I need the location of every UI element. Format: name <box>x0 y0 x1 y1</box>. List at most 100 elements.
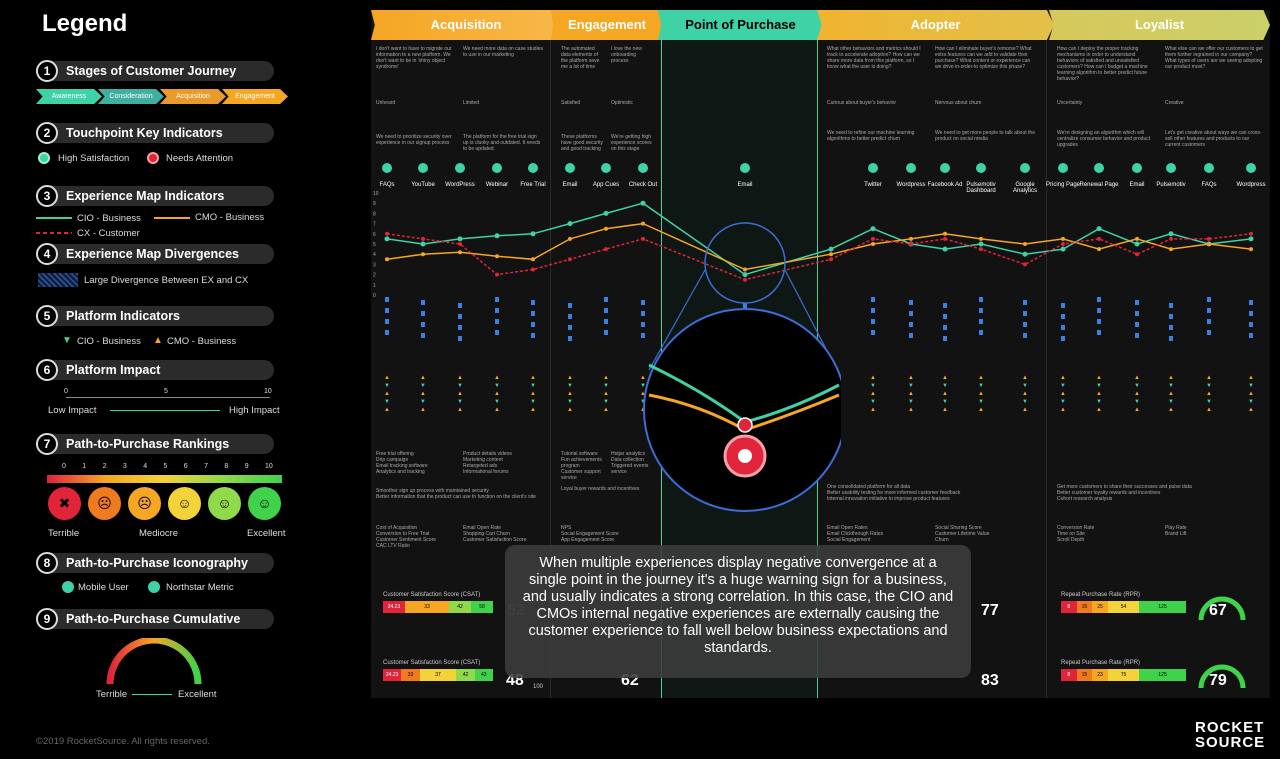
cio-triangle-icon: ▼ <box>1022 383 1028 389</box>
platform-square-icon <box>531 311 535 316</box>
eng-comment-2: We're getting high experience scores on … <box>611 134 652 152</box>
platform-square-icon <box>568 325 572 330</box>
platform-square-icon <box>979 330 983 335</box>
platform-square-icon <box>458 336 462 341</box>
stage-point-of-purchase: Point of Purchase <box>658 10 823 40</box>
eng-sentiment-2: Optimistic <box>611 100 633 106</box>
cio-triangle-icon: ▼ <box>1022 399 1028 405</box>
touchpoint-indicator-icon <box>418 163 428 173</box>
platform-square-icon <box>1249 311 1253 316</box>
chevron-acquisition: Acquisition <box>160 89 226 104</box>
cio-triangle-icon: ▼ <box>1248 383 1254 389</box>
face-good-icon: ☺ <box>208 487 241 520</box>
ranking-tick: 6 <box>183 463 188 470</box>
cmo-triangle-icon: ▲ <box>420 407 426 413</box>
acq-initiative-2: Better information that the product can … <box>376 494 536 500</box>
y-tick-label: 0 <box>373 293 376 299</box>
platform-square-icon <box>1023 322 1027 327</box>
adp-sentiment-2: Nervous about churn <box>935 100 982 106</box>
needs-attention-label: Needs Attention <box>166 153 234 164</box>
cio-triangle-icon: ▼ <box>530 399 536 405</box>
cmo-triangle-icon: ▲ <box>494 391 500 397</box>
bar-seg: 8 <box>1061 669 1077 681</box>
series-point <box>604 247 608 252</box>
series-point <box>1096 226 1102 232</box>
platform-square-icon <box>1169 336 1173 341</box>
bar-seg: 33 <box>405 601 449 613</box>
cmo-triangle-icon: ▲ <box>1022 375 1028 381</box>
acq-question-2: We need more data on case studies to use… <box>463 46 543 58</box>
cmo-triangle-icon: ▲ <box>494 407 500 413</box>
cio-triangle-icon: ▼ <box>1206 383 1212 389</box>
csat-label-2: Customer Satisfaction Score (CSAT) <box>383 660 481 666</box>
cmo-triangle-icon: ▲ <box>567 375 573 381</box>
explanation-tooltip: When multiple experiences display negati… <box>505 545 971 678</box>
platform-square-icon <box>1061 314 1065 319</box>
bar-seg: 25 <box>1092 601 1108 613</box>
magnifier-overlay <box>643 222 841 512</box>
adp-comment-1: We need to refine our machine learning a… <box>827 130 915 142</box>
needs-attention-dot <box>147 152 159 164</box>
cmo-triangle-icon: ▲ <box>978 407 984 413</box>
y-tick-label: 9 <box>373 201 376 207</box>
cio-triangle-icon: ▼ <box>1060 399 1066 405</box>
series-point <box>1249 247 1253 252</box>
platform-square-icon <box>1023 300 1027 305</box>
terrible-label: Terrible <box>48 528 80 539</box>
legend-section-experience-map: 3 Experience Map Indicators <box>36 185 274 207</box>
series-point <box>979 247 983 252</box>
cumulative-arrow-icon <box>132 694 172 695</box>
legend-section-rankings: 7 Path-to-Purchase Rankings <box>36 433 274 455</box>
series-point <box>420 241 426 247</box>
legend-section-touchpoints: 2 Touchpoint Key Indicators <box>36 122 274 144</box>
touchpoint-indicator-icon <box>868 163 878 173</box>
section-label: Touchpoint Key Indicators <box>66 126 223 140</box>
cmo-triangle-icon: ▲ <box>1248 391 1254 397</box>
series-point <box>871 242 875 246</box>
cmo-triangle-icon: ▲ <box>384 391 390 397</box>
platform-square-icon <box>421 333 425 338</box>
series-point <box>567 221 573 227</box>
legend-section-cumulative: 9 Path-to-Purchase Cumulative <box>36 608 274 630</box>
cumulative-excellent-label: Excellent <box>178 689 217 700</box>
adp-sentiment-1: Curious about buyer's behavior <box>827 100 897 106</box>
ranking-tick: 3 <box>122 463 127 470</box>
cio-triangle-icon: ▼ <box>1134 399 1140 405</box>
cmo-triangle-icon: ▲ <box>567 407 573 413</box>
bar-seg: 37 <box>419 669 457 681</box>
platform-square-icon <box>495 308 499 313</box>
platform-square-icon <box>458 303 462 308</box>
platform-cio-label: CIO - Business <box>77 336 141 347</box>
chevron-engagement: Engagement <box>222 89 288 104</box>
platform-square-icon <box>495 330 499 335</box>
series-point <box>1061 236 1065 241</box>
platform-square-icon <box>1061 303 1065 308</box>
bar-seg: 24.23 <box>383 669 402 681</box>
stage-acquisition: Acquisition <box>371 10 561 40</box>
ranking-tick: 5 <box>163 463 168 470</box>
y-tick-label: 6 <box>373 232 376 238</box>
series-point <box>1097 236 1101 241</box>
loy-question-1: How can I deploy the proper tracking mec… <box>1057 46 1148 82</box>
section-label: Path-to-Purchase Rankings <box>66 437 230 451</box>
section-label: Stages of Customer Journey <box>66 64 237 78</box>
touchpoint-indicator-icon <box>638 163 648 173</box>
platform-square-icon <box>1249 333 1253 338</box>
bar-seg: 43 <box>474 669 493 681</box>
rocketsource-logo: ROCKET SOURCE <box>1195 720 1265 750</box>
section-number: 8 <box>36 552 58 574</box>
platform-square-icon <box>1249 300 1253 305</box>
cio-triangle-icon: ▼ <box>384 383 390 389</box>
cio-triangle-icon: ▼ <box>978 399 984 405</box>
cmo-triangle-icon: ▲ <box>153 335 163 346</box>
platform-square-icon <box>385 330 389 335</box>
cmo-triangle-icon: ▲ <box>1096 375 1102 381</box>
touchpoint-indicator-icon <box>565 163 575 173</box>
eng-business-2: Fun achievements program <box>561 457 602 469</box>
cio-triangle-icon: ▼ <box>494 383 500 389</box>
high-satisfaction-label: High Satisfaction <box>58 153 130 164</box>
legend-title: Legend <box>42 10 128 37</box>
series-point <box>458 242 462 246</box>
bar-seg: 24.23 <box>383 601 405 613</box>
cmo-triangle-icon: ▲ <box>870 391 876 397</box>
